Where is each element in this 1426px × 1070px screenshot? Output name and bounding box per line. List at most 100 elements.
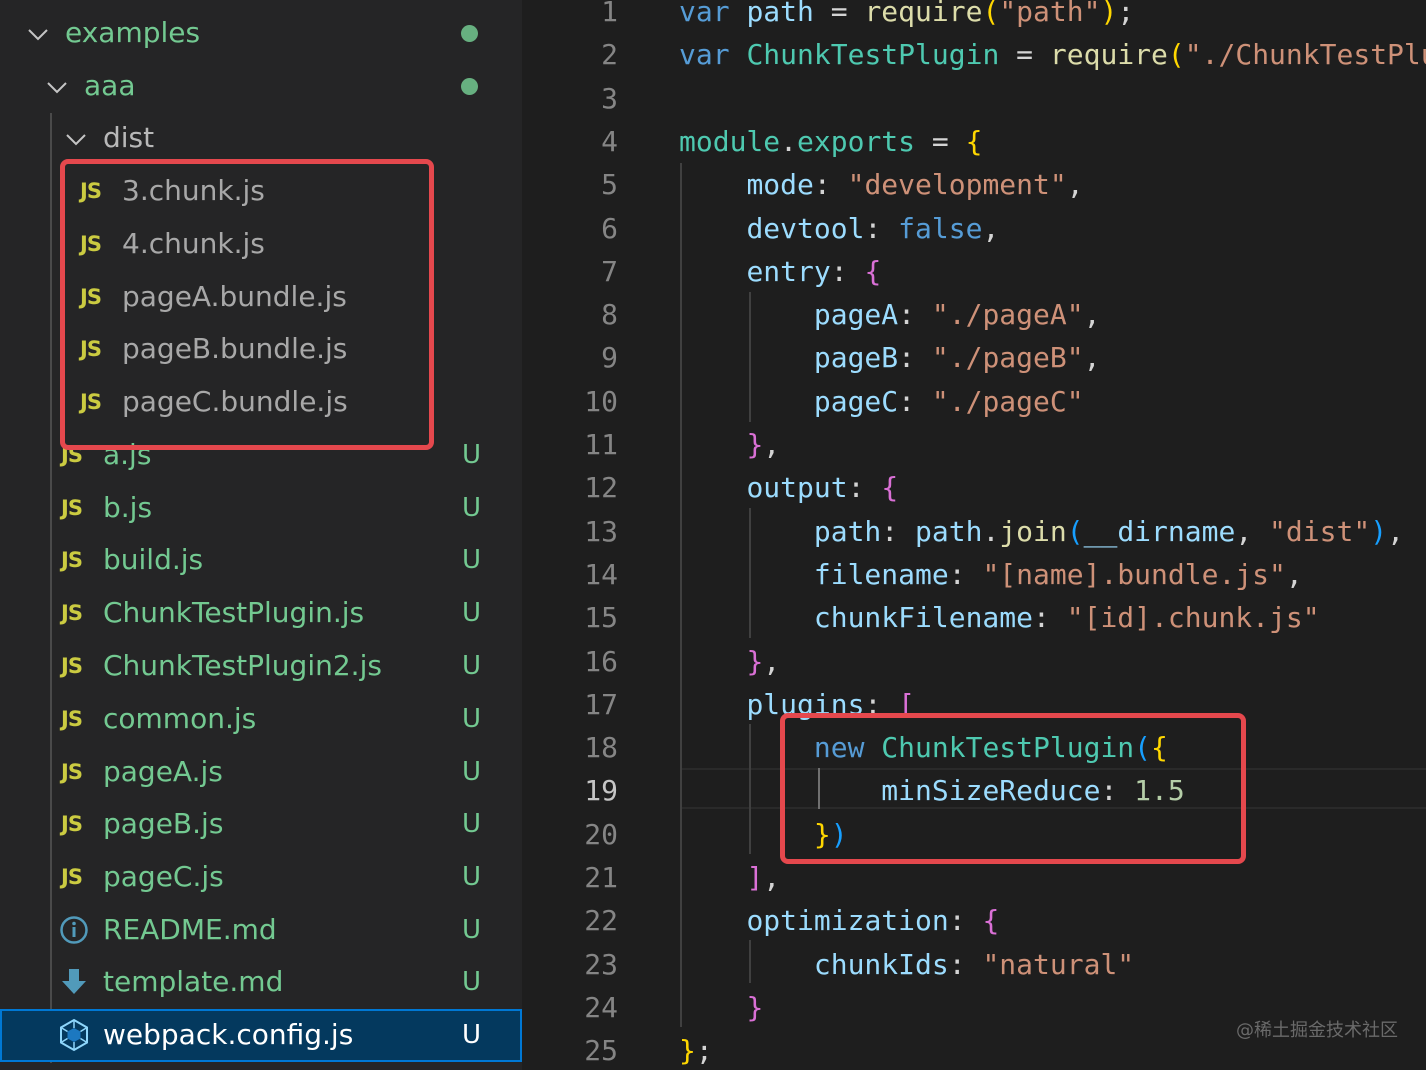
code-text: var ChunkTestPlugin = require("./ChunkTe… xyxy=(679,33,1426,76)
code-text: minSizeReduce: 1.5 xyxy=(679,769,1184,812)
file-item[interactable]: JS pageC.js U xyxy=(0,851,522,904)
file-label: ChunkTestPlugin.js xyxy=(103,596,365,629)
file-item[interactable]: JS 3.chunk.js xyxy=(0,165,522,218)
code-token: } xyxy=(813,817,831,851)
code-editor[interactable]: 1 var path = require("path"); 2 var ChunkTe… xyxy=(522,0,1426,1070)
file-item[interactable]: template.md U xyxy=(0,956,522,1009)
file-item[interactable]: JS b.js U xyxy=(0,482,522,535)
file-label: pageC.js xyxy=(103,860,224,893)
code-text: pageA: "./pageA", xyxy=(679,293,1101,336)
folder-aaa[interactable]: aaa xyxy=(0,60,522,113)
code-text: pageB: "./pageB", xyxy=(679,336,1101,379)
code-token: , xyxy=(1387,514,1404,548)
untracked-badge: U xyxy=(462,440,482,470)
code-token: = xyxy=(813,0,865,28)
file-item[interactable]: JS common.js U xyxy=(0,693,522,746)
file-item-selected[interactable]: webpack.config.js U xyxy=(0,1009,522,1062)
code-token: : xyxy=(847,471,882,505)
untracked-badge: U xyxy=(462,967,482,997)
code-line[interactable]: 20 }) xyxy=(522,813,1426,856)
folder-label: aaa xyxy=(84,69,136,102)
code-token: . xyxy=(982,514,1000,548)
code-line[interactable]: 22 optimization: { xyxy=(522,899,1426,942)
file-item[interactable]: README.md U xyxy=(0,904,522,957)
code-line[interactable]: 3 xyxy=(522,77,1426,120)
code-text: }, xyxy=(679,640,780,683)
code-token: , xyxy=(763,861,781,894)
code-line[interactable]: 21 ], xyxy=(522,856,1426,899)
line-number: 11 xyxy=(584,428,618,461)
code-line[interactable]: 19 minSizeReduce: 1.5 xyxy=(522,769,1426,812)
file-item[interactable]: JS 4.chunk.js xyxy=(0,218,522,271)
js-file-icon: JS xyxy=(61,812,83,836)
code-line[interactable]: 1 var path = require("path"); xyxy=(522,0,1426,33)
chevron-down-icon[interactable] xyxy=(65,128,87,150)
code-line[interactable]: 10 pageC: "./pageC" xyxy=(522,380,1426,423)
code-text: }, xyxy=(679,423,780,466)
code-text: filename: "[name].bundle.js", xyxy=(679,553,1303,596)
code-token: var xyxy=(679,0,747,28)
code-token: ( xyxy=(1066,514,1084,548)
code-line[interactable]: 18 new ChunkTestPlugin({ xyxy=(522,726,1426,769)
code-line[interactable]: 6 devtool: false, xyxy=(522,207,1426,250)
chevron-down-icon[interactable] xyxy=(46,76,68,98)
code-token: chunkFilename xyxy=(813,601,1034,635)
file-item[interactable]: JS pageB.js U xyxy=(0,798,522,851)
code-line[interactable]: 17 plugins: [ xyxy=(522,683,1426,726)
file-item[interactable]: JS ChunkTestPlugin.js U xyxy=(0,587,522,640)
file-item[interactable]: JS pageA.bundle.js xyxy=(0,271,522,324)
code-token: filename xyxy=(813,557,949,591)
code-line[interactable]: 8 pageA: "./pageA", xyxy=(522,293,1426,336)
code-line[interactable]: 9 pageB: "./pageB", xyxy=(522,336,1426,379)
code-line[interactable]: 11 }, xyxy=(522,423,1426,466)
code-token: ) xyxy=(830,817,848,851)
code-text: } xyxy=(679,986,763,1029)
code-line[interactable]: 4 module.exports = { xyxy=(522,120,1426,163)
code-line[interactable]: 23 chunkIds: "natural" xyxy=(522,943,1426,986)
line-number: 12 xyxy=(584,471,618,505)
untracked-badge: U xyxy=(462,757,482,787)
code-token: , xyxy=(1066,168,1084,202)
folder-dist[interactable]: dist xyxy=(0,112,522,165)
line-number: 5 xyxy=(601,168,618,202)
file-label: README.md xyxy=(103,913,277,946)
line-number: 9 xyxy=(601,341,618,375)
line-number: 16 xyxy=(584,644,618,678)
folder-examples[interactable]: examples xyxy=(0,7,522,60)
code-line[interactable]: 2 var ChunkTestPlugin = require("./ChunkT… xyxy=(522,33,1426,76)
line-number: 7 xyxy=(601,254,618,288)
file-label: pageB.bundle.js xyxy=(122,332,348,365)
file-item[interactable]: JS pageB.bundle.js xyxy=(0,323,522,376)
code-line[interactable]: 7 entry: { xyxy=(522,250,1426,293)
code-line[interactable]: 16 }, xyxy=(522,640,1426,683)
code-line[interactable]: 14 filename: "[name].bundle.js", xyxy=(522,553,1426,596)
code-token: require xyxy=(864,0,983,28)
file-item[interactable]: JS build.js U xyxy=(0,534,522,587)
code-line[interactable]: 5 mode: "development", xyxy=(522,163,1426,206)
code-token: pageA xyxy=(813,298,899,332)
code-line[interactable]: 15 chunkFilename: "[id].chunk.js" xyxy=(522,596,1426,639)
file-label: template.md xyxy=(103,965,284,998)
code-token: ; xyxy=(695,1034,713,1068)
chevron-down-icon[interactable] xyxy=(27,23,49,45)
file-item[interactable]: JS pageA.js U xyxy=(0,746,522,799)
code-token: : xyxy=(830,254,865,288)
code-token: minSizeReduce xyxy=(881,774,1101,808)
code-token: = xyxy=(999,38,1050,72)
code-line[interactable]: 12 output: { xyxy=(522,466,1426,509)
code-token: , xyxy=(763,644,781,678)
file-item[interactable]: JS ChunkTestPlugin2.js U xyxy=(0,640,522,693)
code-text: chunkIds: "natural" xyxy=(679,943,1134,986)
file-item[interactable]: JS pageC.bundle.js xyxy=(0,376,522,429)
code-text: devtool: false, xyxy=(679,207,999,250)
file-item[interactable]: JS a.js U xyxy=(0,429,522,482)
code-token: path xyxy=(813,514,882,548)
code-text: }) xyxy=(679,813,848,856)
code-line[interactable]: 13 path: path.join(__dirname, "dist"), xyxy=(522,510,1426,553)
